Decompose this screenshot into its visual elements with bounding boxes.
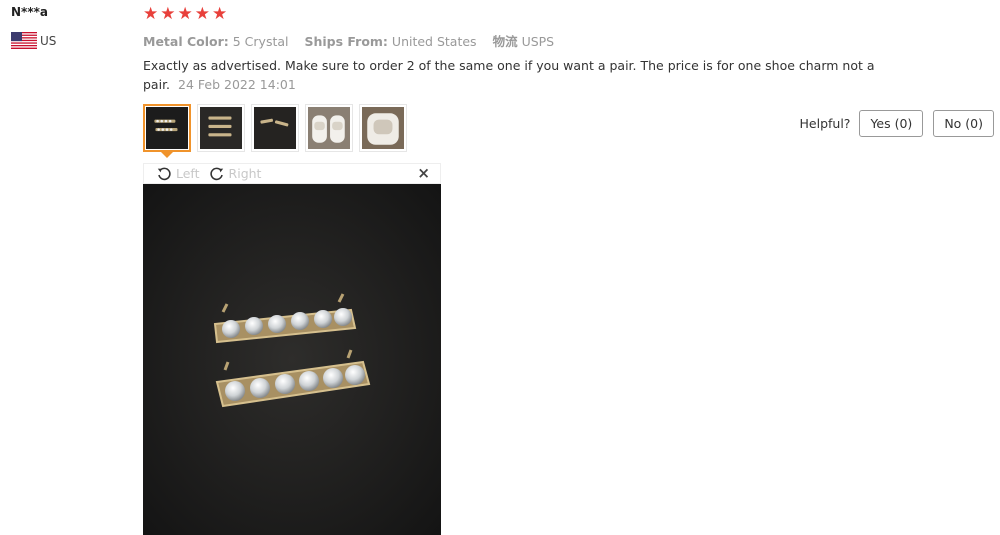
reviewer-name: N***a [11, 5, 48, 19]
attr-value-metal-color: 5 Crystal [232, 34, 289, 49]
close-icon[interactable]: × [417, 166, 430, 181]
review-body: Exactly as advertised. Make sure to orde… [143, 56, 891, 94]
enlarged-review-photo [143, 184, 441, 535]
star-icon: ★ [194, 4, 210, 24]
review-date: 24 Feb 2022 14:01 [178, 77, 296, 92]
rotate-left-label: Left [176, 166, 200, 181]
attr-key-metal-color: Metal Color: [143, 34, 229, 49]
helpful-vote: Helpful? Yes (0) No (0) [800, 110, 994, 137]
rotate-right-label: Right [228, 166, 262, 181]
attr-key-logistics: 物流 [492, 34, 518, 49]
rotate-left-button[interactable]: Left [156, 166, 200, 182]
star-icon: ★ [143, 4, 159, 24]
attr-value-logistics: USPS [521, 34, 555, 49]
us-flag-icon [11, 32, 37, 49]
rotate-left-icon [157, 167, 171, 180]
star-rating: ★ ★ ★ ★ ★ [143, 5, 227, 23]
helpful-yes-button[interactable]: Yes (0) [859, 110, 924, 137]
star-icon: ★ [212, 4, 228, 24]
order-attributes: Metal Color: 5 Crystal Ships From: Unite… [143, 31, 566, 50]
review-photo-thumbnail[interactable] [143, 104, 191, 158]
review-photo-thumbnails [143, 104, 407, 158]
review-photo-thumbnail[interactable] [305, 104, 353, 152]
reviewer-country: US [11, 32, 56, 49]
country-code: US [40, 33, 57, 48]
photo-viewer-toolbar: Left Right × [143, 163, 441, 184]
rotate-right-button[interactable]: Right [209, 166, 262, 182]
attr-value-ships-from: United States [391, 34, 477, 49]
star-icon: ★ [177, 4, 193, 24]
review-photo-thumbnail[interactable] [197, 104, 245, 152]
review-photo-thumbnail[interactable] [359, 104, 407, 152]
review-photo-thumbnail[interactable] [251, 104, 299, 152]
star-icon: ★ [160, 4, 176, 24]
rotate-right-icon [209, 167, 223, 180]
helpful-label: Helpful? [799, 116, 851, 131]
helpful-no-button[interactable]: No (0) [933, 110, 994, 137]
attr-key-ships-from: Ships From: [304, 34, 388, 49]
